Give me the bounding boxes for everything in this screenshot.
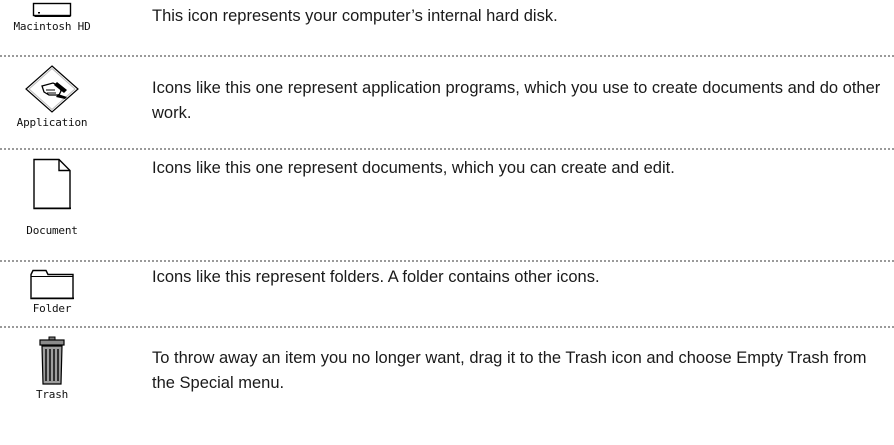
application-icon [25, 65, 79, 113]
folder-icon [30, 269, 74, 300]
item-description: This icon represents your computer’s int… [152, 7, 558, 25]
icon-cell: Application [0, 64, 104, 129]
icon-cell: Trash [0, 336, 104, 401]
item-description: Icons like this one represent applicatio… [152, 79, 881, 122]
item-description: To throw away an item you no longer want… [152, 349, 867, 392]
icon-label: Folder [32, 302, 72, 315]
icon-label: Macintosh HD [13, 20, 91, 33]
item-description: Icons like this one represent documents,… [152, 159, 675, 177]
icon-label: Document [26, 224, 78, 237]
hard-disk-icon [32, 2, 72, 17]
document-icon [33, 158, 71, 210]
item-description: Icons like this represent folders. A fol… [152, 268, 600, 286]
icon-row-document: Document Icons like this one represent d… [0, 150, 894, 255]
icon-label: Application [16, 116, 88, 129]
icon-label: Trash [35, 388, 69, 401]
icon-cell: Document [0, 158, 104, 237]
icon-row-trash: Trash To throw away an item you no longe… [0, 328, 894, 445]
icon-row-application: Application Icons like this one represen… [0, 57, 894, 145]
icon-cell: Folder [0, 268, 104, 315]
trash-icon [39, 336, 65, 385]
icon-row-hard-disk: Macintosh HD This icon represents your c… [0, 0, 894, 50]
icon-cell: Macintosh HD [0, 2, 104, 33]
